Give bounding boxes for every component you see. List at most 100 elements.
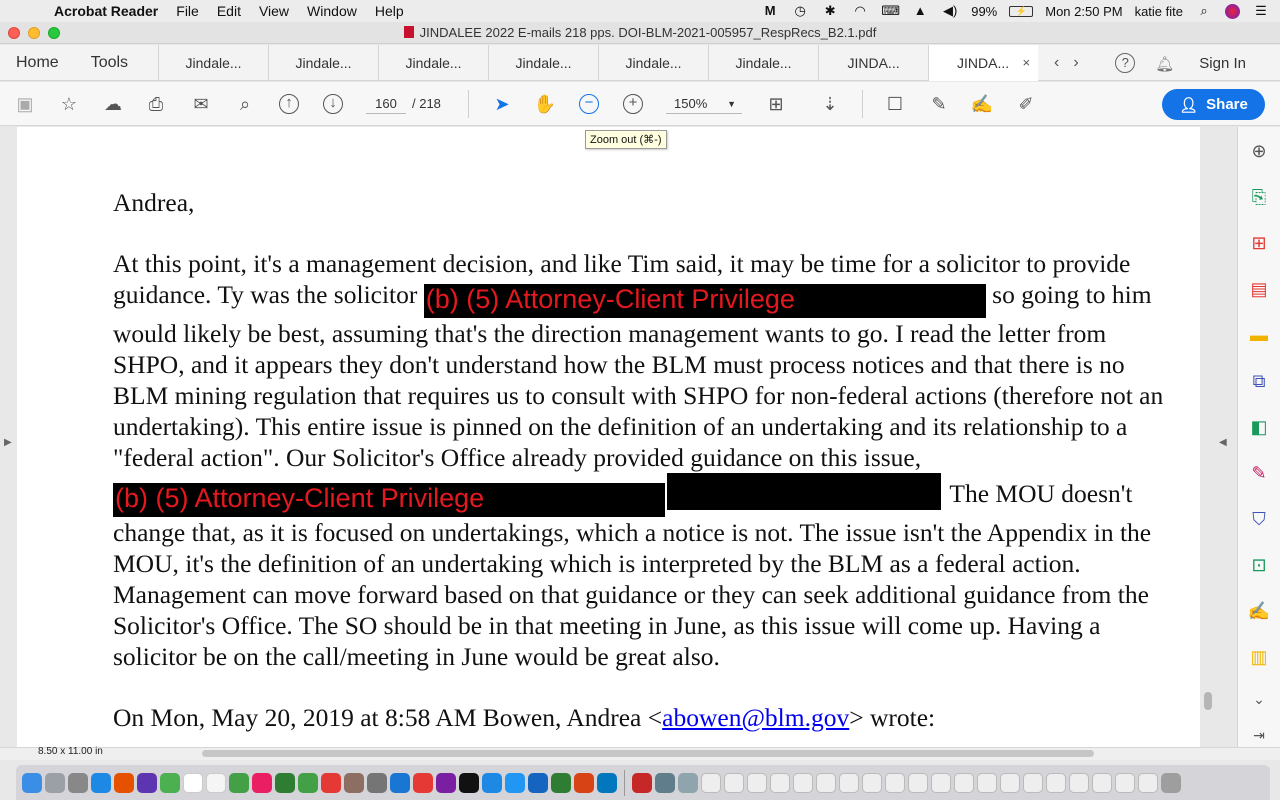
menu-view[interactable]: View: [259, 3, 289, 19]
app-icon[interactable]: [678, 772, 698, 793]
messages-icon[interactable]: [275, 772, 295, 793]
tab-home[interactable]: Home: [0, 54, 75, 72]
calendar-icon[interactable]: [183, 772, 203, 793]
maps-icon[interactable]: [229, 772, 249, 793]
time-machine-icon[interactable]: ◷: [791, 4, 809, 18]
left-panel-toggle-icon[interactable]: ▶: [4, 437, 12, 448]
clock[interactable]: Mon 2:50 PM: [1045, 4, 1122, 19]
document-icon[interactable]: [1115, 772, 1135, 793]
close-tab-icon[interactable]: ×: [1022, 55, 1030, 70]
document-icon[interactable]: [770, 772, 790, 793]
menu-edit[interactable]: Edit: [217, 3, 241, 19]
document-icon[interactable]: [885, 772, 905, 793]
email-icon[interactable]: ✉: [189, 92, 213, 116]
right-panel-toggle-icon[interactable]: ◀: [1219, 437, 1227, 448]
chevron-left-icon[interactable]: ‹: [1054, 54, 1059, 72]
zoom-in-icon[interactable]: +: [623, 94, 643, 114]
save-icon[interactable]: ▣: [13, 92, 37, 116]
menu-file[interactable]: File: [176, 3, 199, 19]
excel-icon[interactable]: [551, 772, 571, 793]
scan-ocr-icon[interactable]: ⊡: [1247, 553, 1271, 577]
menu-help[interactable]: Help: [375, 3, 404, 19]
app-icon[interactable]: [344, 772, 364, 793]
share-button[interactable]: 👤︎ Share: [1162, 89, 1265, 120]
page-number-input[interactable]: 160: [366, 94, 406, 114]
outlook-icon[interactable]: [597, 772, 617, 793]
keyboard-icon[interactable]: ⌨: [881, 4, 900, 18]
document-icon[interactable]: [908, 772, 928, 793]
document-icon[interactable]: [862, 772, 882, 793]
facetime-icon[interactable]: [298, 772, 318, 793]
document-icon[interactable]: [724, 772, 744, 793]
document-icon[interactable]: [1046, 772, 1066, 793]
app-icon[interactable]: [137, 772, 157, 793]
document-icon[interactable]: [839, 772, 859, 793]
export-pdf-icon[interactable]: ⎘: [1247, 185, 1271, 209]
acrobat-icon[interactable]: [632, 772, 652, 793]
app-icon[interactable]: [367, 772, 387, 793]
spotlight-icon[interactable]: ⌕: [1195, 4, 1213, 18]
create-pdf-icon[interactable]: ⊞: [1247, 231, 1271, 255]
chrome-icon[interactable]: [160, 772, 180, 793]
sign-in-button[interactable]: Sign In: [1199, 55, 1246, 72]
bell-icon[interactable]: 🔔︎: [1155, 55, 1174, 73]
word-icon[interactable]: [528, 772, 548, 793]
wifi-icon[interactable]: ◠: [851, 4, 869, 18]
document-icon[interactable]: [1069, 772, 1089, 793]
protect-shield-icon[interactable]: ⛉: [1247, 507, 1271, 531]
bluetooth-icon[interactable]: ✱: [821, 4, 839, 18]
document-tab[interactable]: Jindale...: [378, 44, 488, 81]
fill-sign-tool-icon[interactable]: ✎: [1247, 461, 1271, 485]
document-tab[interactable]: Jindale...: [268, 44, 378, 81]
document-icon[interactable]: [747, 772, 767, 793]
document-tab[interactable]: Jindale...: [158, 44, 268, 81]
minimize-window-button[interactable]: [28, 27, 40, 39]
search-icon[interactable]: ⌕: [233, 92, 257, 116]
document-icon[interactable]: [793, 772, 813, 793]
document-viewport[interactable]: ▶ Andrea, At this point, it's a manageme…: [0, 127, 1237, 747]
help-icon[interactable]: ?: [1115, 53, 1136, 73]
previous-page-icon[interactable]: ↑: [279, 94, 299, 114]
tab-tools[interactable]: Tools: [75, 54, 158, 72]
search-zoom-icon[interactable]: ⊕: [1247, 139, 1271, 163]
app-store-icon[interactable]: [482, 772, 502, 793]
comment-icon[interactable]: ☐: [883, 92, 907, 116]
notes-icon[interactable]: [206, 772, 226, 793]
more-tools-icon[interactable]: ▥: [1247, 645, 1271, 669]
safari-icon[interactable]: [91, 772, 111, 793]
powerpoint-icon[interactable]: [574, 772, 594, 793]
page-fit-icon[interactable]: ⊞: [764, 92, 788, 116]
malwarebytes-icon[interactable]: M: [761, 4, 779, 18]
fill-sign-icon[interactable]: ✐: [1014, 92, 1038, 116]
document-icon[interactable]: [977, 772, 997, 793]
chevron-right-icon[interactable]: ›: [1073, 54, 1078, 72]
zoom-out-icon[interactable]: −: [579, 94, 599, 114]
comment-tool-icon[interactable]: ▬: [1247, 323, 1271, 347]
app-icon[interactable]: [655, 772, 675, 793]
app-icon[interactable]: [505, 772, 525, 793]
combine-files-icon[interactable]: ⧉: [1247, 369, 1271, 393]
document-tab[interactable]: JINDA...: [818, 44, 928, 81]
system-preferences-icon[interactable]: [68, 772, 88, 793]
bookmark-star-icon[interactable]: ☆: [57, 92, 81, 116]
document-tab[interactable]: Jindale...: [598, 44, 708, 81]
collapse-panel-icon[interactable]: ⇥: [1247, 723, 1271, 747]
tv-icon[interactable]: [459, 772, 479, 793]
airplay-icon[interactable]: ▲: [911, 4, 929, 18]
vertical-scrollbar[interactable]: [1204, 692, 1212, 710]
organize-pages-icon[interactable]: ▤: [1247, 277, 1271, 301]
document-icon[interactable]: [1138, 772, 1158, 793]
select-cursor-icon[interactable]: ➤: [490, 92, 514, 116]
highlight-pen-icon[interactable]: ✎: [927, 92, 951, 116]
photos-icon[interactable]: [252, 772, 272, 793]
hand-tool-icon[interactable]: ✋: [533, 92, 557, 116]
podcasts-icon[interactable]: [436, 772, 456, 793]
news-icon[interactable]: [321, 772, 341, 793]
chevron-down-icon[interactable]: ⌄: [1247, 687, 1271, 711]
menu-window[interactable]: Window: [307, 3, 357, 19]
document-icon[interactable]: [1023, 772, 1043, 793]
fullscreen-window-button[interactable]: [48, 27, 60, 39]
siri-icon[interactable]: [1225, 3, 1240, 19]
email-link[interactable]: abowen@blm.gov: [662, 703, 849, 732]
battery-icon[interactable]: ⚡: [1009, 5, 1034, 17]
